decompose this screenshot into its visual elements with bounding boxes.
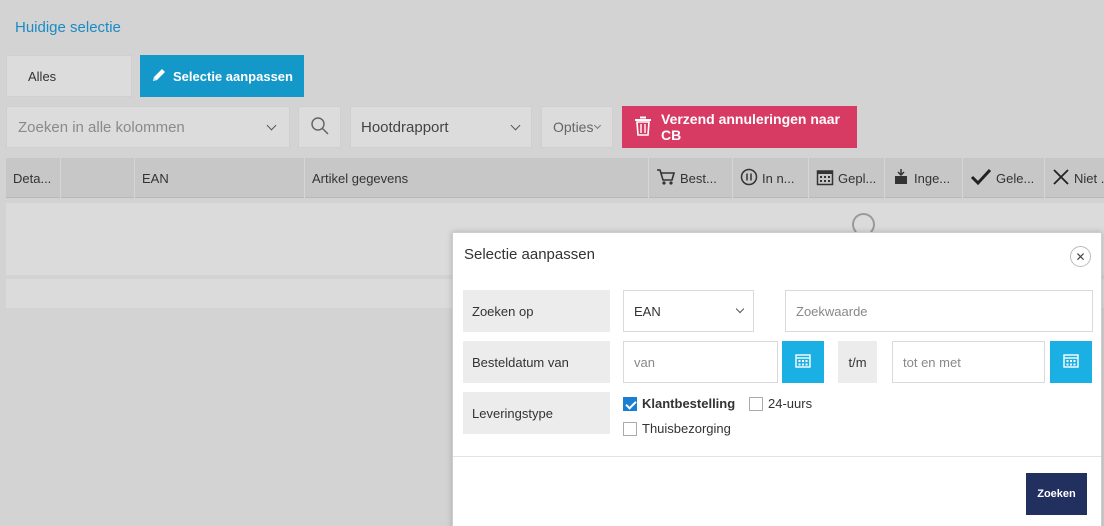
date-separator: t/m xyxy=(838,341,877,383)
date-from-picker-button[interactable] xyxy=(782,341,824,383)
checkbox-unchecked-icon xyxy=(749,396,763,411)
checkbox-thuisbezorging[interactable]: Thuisbezorging xyxy=(623,421,731,436)
column-header-in-progress[interactable]: In n... xyxy=(732,158,808,198)
calendar-icon xyxy=(795,353,811,371)
cart-icon xyxy=(656,168,676,189)
table-header: Deta... EAN Artikel gegevens Best... In … xyxy=(6,158,1104,198)
column-header-ordered[interactable]: Best... xyxy=(648,158,732,198)
column-header-empty xyxy=(60,158,134,198)
search-on-label: Zoeken op xyxy=(463,290,610,332)
pause-circle-icon xyxy=(740,168,758,189)
date-from-input[interactable]: van xyxy=(623,341,778,383)
page-title: Huidige selectie xyxy=(15,19,121,36)
box-in-icon xyxy=(892,168,910,189)
search-on-value: EAN xyxy=(634,303,661,319)
column-header-planned[interactable]: Gepl... xyxy=(808,158,884,198)
chevron-down-icon xyxy=(594,121,602,129)
search-select[interactable]: Zoeken in alle kolommen xyxy=(6,106,290,148)
trash-icon xyxy=(634,116,652,139)
checkbox-unchecked-icon xyxy=(623,421,637,436)
selection-value: Alles xyxy=(6,55,132,97)
report-select[interactable]: Hootdrapport xyxy=(350,106,532,148)
search-value-input[interactable]: Zoekwaarde xyxy=(785,290,1093,332)
chevron-down-icon xyxy=(735,304,745,314)
search-on-select[interactable]: EAN xyxy=(623,290,754,332)
selection-modal: Selectie aanpassen ✕ Zoeken op EAN Zoekw… xyxy=(452,232,1102,526)
column-header-received[interactable]: Inge... xyxy=(884,158,962,198)
column-header-ean[interactable]: EAN xyxy=(134,158,304,198)
send-cancellations-label: Verzend annuleringen naar CB xyxy=(661,111,840,143)
column-header-delivered[interactable]: Gele... xyxy=(962,158,1044,198)
report-value: Hootdrapport xyxy=(361,118,449,136)
checkbox-klantbestelling[interactable]: Klantbestelling xyxy=(623,396,735,411)
order-date-label: Besteldatum van xyxy=(463,341,610,383)
options-dropdown[interactable]: Opties xyxy=(541,106,613,148)
column-header-details[interactable]: Deta... xyxy=(6,158,60,198)
send-cancellations-button[interactable]: Verzend annuleringen naar CB xyxy=(622,106,857,148)
edit-selection-button[interactable]: Selectie aanpassen xyxy=(140,55,304,97)
column-header-not-delivered[interactable]: Niet ... xyxy=(1044,158,1104,198)
close-button[interactable]: ✕ xyxy=(1070,246,1091,267)
calendar-icon xyxy=(1063,353,1079,371)
x-icon xyxy=(1052,168,1070,189)
date-to-picker-button[interactable] xyxy=(1050,341,1092,383)
close-icon: ✕ xyxy=(1075,249,1086,264)
column-header-article[interactable]: Artikel gegevens xyxy=(304,158,648,198)
search-icon xyxy=(310,116,330,139)
search-button[interactable] xyxy=(298,106,341,148)
date-to-input[interactable]: tot en met xyxy=(892,341,1045,383)
modal-divider xyxy=(453,456,1101,457)
chevron-down-icon xyxy=(266,120,277,130)
checkmark-icon xyxy=(970,168,992,189)
pencil-icon xyxy=(151,67,167,86)
options-label: Opties xyxy=(553,119,594,135)
modal-title: Selectie aanpassen xyxy=(464,246,595,263)
delivery-type-label: Leveringstype xyxy=(463,392,610,434)
checkbox-checked-icon xyxy=(623,396,637,411)
calendar-icon xyxy=(816,168,834,189)
checkbox-24-uurs[interactable]: 24-uurs xyxy=(749,396,812,411)
submit-search-button[interactable]: Zoeken xyxy=(1026,473,1087,515)
edit-selection-label: Selectie aanpassen xyxy=(173,68,293,84)
search-placeholder: Zoeken in alle kolommen xyxy=(18,118,185,136)
chevron-down-icon xyxy=(510,120,521,130)
